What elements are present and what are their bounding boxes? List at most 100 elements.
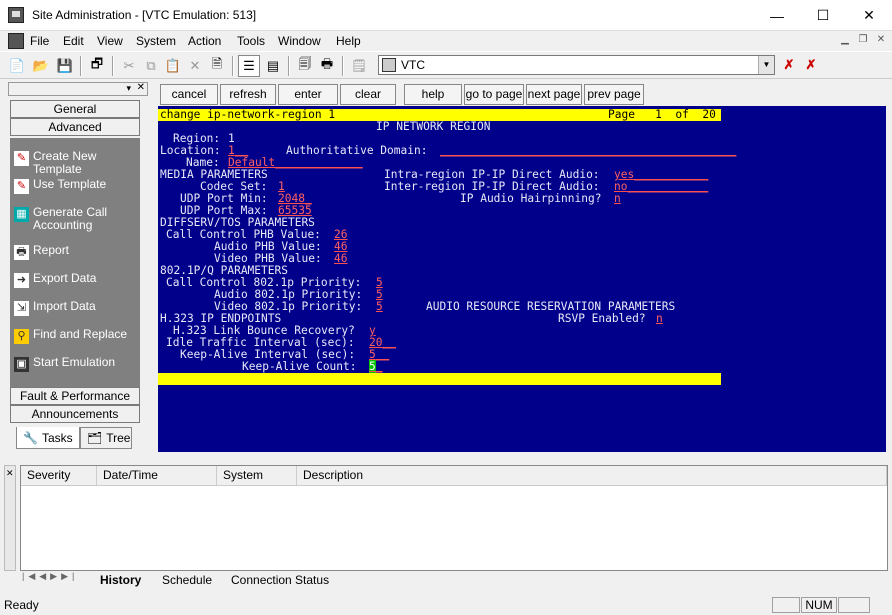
task-report[interactable]: 🖶 Report: [14, 244, 142, 268]
tab-tasks[interactable]: 🔧 Tasks: [16, 427, 80, 449]
menu-tools[interactable]: Tools: [237, 34, 265, 48]
export-icon[interactable]: 🗒: [348, 55, 370, 77]
new-icon[interactable]: 📄: [6, 55, 28, 77]
tab-scroll-arrows[interactable]: |◀◀▶▶|: [22, 571, 92, 587]
print-preview-icon[interactable]: 🗐: [294, 55, 316, 77]
keepalive-count-label: Keep-Alive Count:: [242, 360, 357, 373]
copy-icon[interactable]: ⧉: [140, 55, 162, 77]
mdi-close-icon[interactable]: ✕: [874, 34, 888, 48]
menu-action[interactable]: Action: [188, 34, 221, 48]
task-find-replace[interactable]: ⚲ Find and Replace: [14, 328, 142, 352]
open-icon[interactable]: 📂: [30, 55, 52, 77]
task-export-data[interactable]: ➜ Export Data: [14, 272, 142, 296]
task-call-accounting[interactable]: ▦ Generate Call Accounting: [14, 206, 142, 238]
task-start-emulation[interactable]: ▣ Start Emulation: [14, 356, 142, 380]
mdi-restore-icon[interactable]: ❐: [856, 34, 870, 48]
disconnect-icon[interactable]: ✗: [778, 54, 800, 76]
import-icon: ⇲: [14, 301, 29, 316]
status-panel-num: NUM: [801, 597, 837, 613]
video-phb-field[interactable]: 46: [334, 253, 347, 265]
nav-announcements[interactable]: Announcements: [10, 405, 140, 423]
status-panel-caps: [772, 597, 800, 613]
prev-page-button[interactable]: prev page: [584, 84, 644, 105]
menu-bar: File Edit View System Action Tools Windo…: [0, 31, 892, 51]
hairpin-field[interactable]: n: [614, 193, 621, 205]
hairpin-label: IP Audio Hairpinning?: [460, 192, 602, 205]
pane-close-icon[interactable]: ✕: [137, 82, 145, 93]
toolbar-separator: [342, 56, 344, 76]
status-panel-scroll: [838, 597, 870, 613]
nav-advanced[interactable]: Advanced: [10, 118, 140, 136]
minimize-button[interactable]: —: [754, 0, 800, 31]
alarm-grid[interactable]: Severity Date/Time System Description: [20, 465, 888, 571]
nav-fault-performance[interactable]: Fault & Performance: [10, 387, 140, 405]
menu-window[interactable]: Window: [278, 34, 321, 48]
pane-close-icon[interactable]: ✕: [6, 468, 14, 479]
col-datetime[interactable]: Date/Time: [97, 466, 217, 486]
window-title: Site Administration - [VTC Emulation: 51…: [32, 8, 257, 22]
clear-button[interactable]: clear: [340, 84, 396, 105]
alarm-pane: ✕ Severity Date/Time System Description …: [4, 463, 888, 591]
pane-header: ▾ ✕: [8, 82, 148, 96]
inter-audio-field[interactable]: no____________: [614, 181, 708, 193]
task-import-data[interactable]: ⇲ Import Data: [14, 300, 142, 324]
col-severity[interactable]: Severity: [21, 466, 97, 486]
toolbar-separator: [80, 56, 82, 76]
col-system[interactable]: System: [217, 466, 297, 486]
disconnect-all-icon[interactable]: ✗: [800, 54, 822, 76]
cancel-button[interactable]: cancel: [160, 84, 218, 105]
keepalive-count-field[interactable]: 5_: [369, 360, 383, 373]
mdi-minimize-icon[interactable]: ▁: [838, 34, 852, 48]
title-bar: Site Administration - [VTC Emulation: 51…: [0, 0, 892, 31]
enter-button[interactable]: enter: [278, 84, 338, 105]
menu-view[interactable]: View: [97, 34, 123, 48]
find-replace-icon: ⚲: [14, 329, 29, 344]
video-8021p-field[interactable]: 5: [376, 301, 383, 313]
tab-tree[interactable]: 🗂 Tree: [80, 427, 132, 449]
rsvp-field[interactable]: n: [656, 313, 663, 325]
menu-system[interactable]: System: [136, 34, 176, 48]
app-icon[interactable]: [8, 7, 24, 23]
task-use-template[interactable]: ✎ Use Template: [14, 178, 142, 202]
alarm-pane-grip[interactable]: ✕: [4, 465, 16, 571]
close-button[interactable]: ✕: [846, 0, 892, 31]
maximize-button[interactable]: ☐: [800, 0, 846, 31]
tab-schedule[interactable]: Schedule: [162, 573, 212, 589]
document-icon[interactable]: [8, 33, 24, 49]
col-description[interactable]: Description: [297, 466, 887, 486]
nav-general[interactable]: General: [10, 100, 140, 118]
windows-icon[interactable]: 🗗: [86, 55, 108, 77]
tab-connection-status[interactable]: Connection Status: [231, 573, 329, 589]
cut-icon[interactable]: ✂: [118, 55, 140, 77]
terminal-page-indicator: Page 1 of 20: [608, 108, 716, 121]
menu-help[interactable]: Help: [336, 34, 361, 48]
list-view-icon[interactable]: ☰: [238, 55, 260, 77]
chevron-down-icon[interactable]: ▼: [758, 56, 774, 74]
save-icon[interactable]: 💾: [54, 55, 76, 77]
refresh-button[interactable]: refresh: [220, 84, 276, 105]
properties-icon[interactable]: 🗎: [206, 55, 228, 77]
report-icon: 🖶: [14, 245, 29, 260]
system-combo[interactable]: VTC ▼: [378, 55, 775, 75]
terminal-screen[interactable]: change ip-network-region 1 Page 1 of 20 …: [158, 106, 886, 452]
terminal-command: change ip-network-region 1: [160, 108, 336, 121]
pane-menu-icon[interactable]: ▾: [126, 83, 131, 94]
next-page-button[interactable]: next page: [526, 84, 582, 105]
task-create-template[interactable]: ✎ Create New Template: [14, 150, 142, 176]
menu-edit[interactable]: Edit: [63, 34, 84, 48]
rsvp-label: RSVP Enabled?: [558, 312, 646, 325]
tab-history[interactable]: History: [100, 573, 141, 589]
system-icon: [382, 58, 396, 72]
print-icon[interactable]: 🖶: [316, 55, 338, 77]
menu-file[interactable]: File: [30, 34, 49, 48]
delete-icon[interactable]: ✕: [184, 55, 206, 77]
toolbar-separator: [288, 56, 290, 76]
auth-domain-field[interactable]: ________________________________________…: [440, 145, 736, 157]
help-button[interactable]: help: [404, 84, 462, 105]
use-template-icon: ✎: [14, 179, 29, 194]
tasks-icon: 🔧: [23, 430, 38, 445]
tree-icon: 🗂: [87, 431, 103, 445]
paste-icon[interactable]: 📋: [162, 55, 184, 77]
detail-view-icon[interactable]: ▤: [262, 55, 284, 77]
go-to-page-button[interactable]: go to page: [464, 84, 524, 105]
